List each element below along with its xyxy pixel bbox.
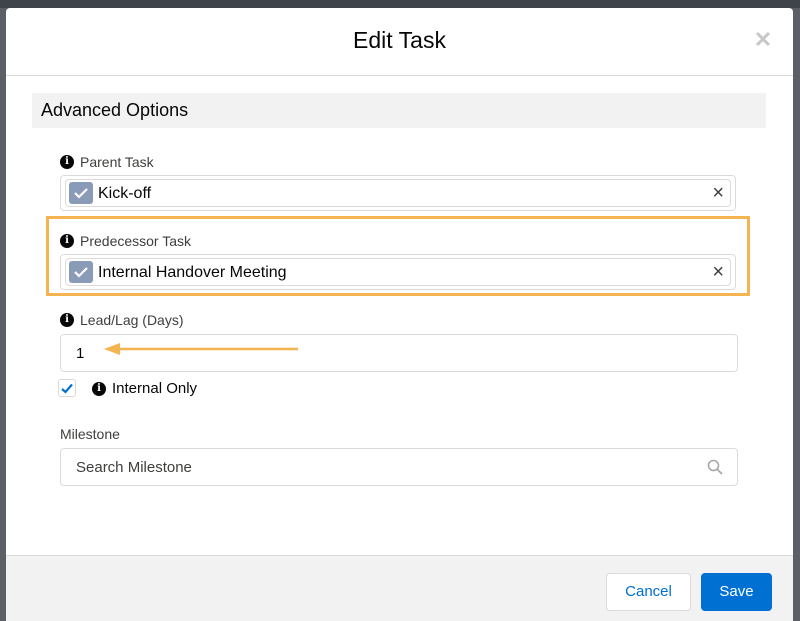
- cancel-button[interactable]: Cancel: [606, 573, 691, 611]
- check-icon: [69, 261, 93, 283]
- lead-lag-label: i Lead/Lag (Days): [60, 312, 184, 328]
- info-icon[interactable]: i: [60, 234, 74, 248]
- internal-only-label: i Internal Only: [92, 380, 197, 397]
- lead-lag-value: 1: [76, 345, 85, 362]
- predecessor-task-pill: Internal Handover Meeting ×: [65, 258, 731, 286]
- arrow-annotation: [104, 343, 298, 355]
- milestone-placeholder: Search Milestone: [76, 459, 192, 476]
- lead-lag-label-text: Lead/Lag (Days): [80, 312, 184, 328]
- predecessor-task-lookup[interactable]: Internal Handover Meeting ×: [60, 254, 736, 290]
- internal-only-checkbox[interactable]: [58, 379, 76, 397]
- remove-icon[interactable]: ×: [712, 182, 724, 204]
- check-icon: [69, 182, 93, 204]
- parent-task-pill: Kick-off ×: [65, 179, 731, 207]
- save-button[interactable]: Save: [701, 573, 772, 611]
- info-icon[interactable]: i: [92, 381, 106, 396]
- modal-footer: Cancel Save: [6, 555, 793, 621]
- predecessor-task-value: Internal Handover Meeting: [98, 264, 287, 281]
- section-header: Advanced Options: [32, 93, 766, 128]
- remove-icon[interactable]: ×: [712, 261, 724, 283]
- internal-only-label-text: Internal Only: [112, 380, 198, 397]
- edit-task-modal: Edit Task ✕ Advanced Options i Parent Ta…: [6, 8, 793, 621]
- predecessor-task-label-text: Predecessor Task: [80, 233, 192, 249]
- parent-task-label-text: Parent Task: [80, 154, 154, 170]
- search-icon: [707, 459, 723, 475]
- background-strip: [0, 0, 800, 8]
- milestone-label-text: Milestone: [60, 426, 120, 442]
- modal-body: Advanced Options i Parent Task Kick-off …: [6, 77, 793, 555]
- parent-task-label: i Parent Task: [60, 154, 154, 170]
- milestone-search-input[interactable]: Search Milestone: [60, 448, 738, 486]
- info-icon[interactable]: i: [60, 155, 74, 169]
- parent-task-value: Kick-off: [98, 185, 152, 202]
- predecessor-task-label: i Predecessor Task: [60, 233, 191, 249]
- modal-title: Edit Task: [353, 27, 446, 53]
- parent-task-lookup[interactable]: Kick-off ×: [60, 175, 736, 211]
- section-title: Advanced Options: [41, 100, 189, 120]
- modal-header: Edit Task ✕: [6, 8, 793, 76]
- milestone-label: Milestone: [60, 426, 120, 442]
- info-icon[interactable]: i: [60, 313, 74, 327]
- close-icon[interactable]: ✕: [753, 29, 773, 51]
